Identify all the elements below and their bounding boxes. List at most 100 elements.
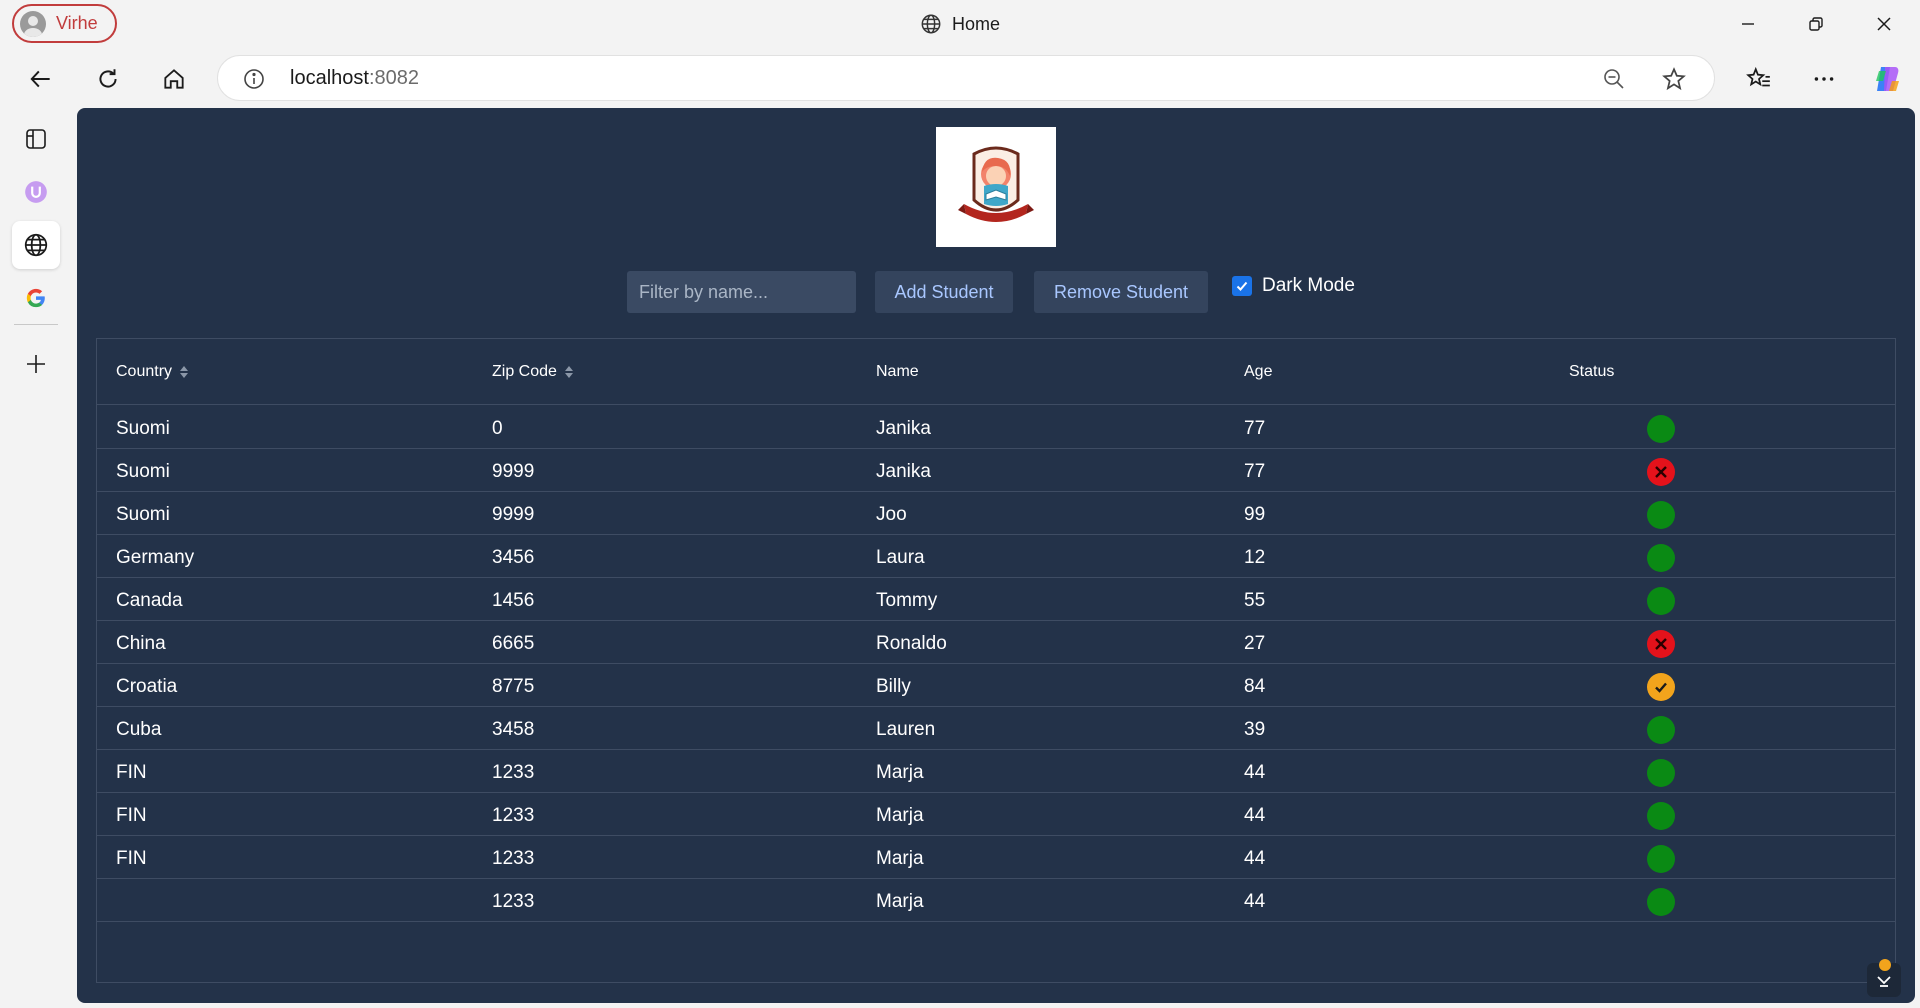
table-row[interactable]: 1233 Marja 44 bbox=[97, 879, 1895, 922]
home-icon bbox=[164, 69, 184, 89]
new-tab-button[interactable] bbox=[12, 340, 60, 388]
tab-extension[interactable] bbox=[12, 168, 60, 216]
vertical-tab-strip bbox=[0, 108, 72, 1008]
cell-zip: 1233 bbox=[492, 805, 535, 826]
table-row[interactable]: Suomi 0 Janika 77 bbox=[97, 406, 1895, 449]
table-row[interactable]: Croatia 8775 Billy 84 bbox=[97, 664, 1895, 707]
back-button[interactable] bbox=[20, 58, 62, 100]
table-row[interactable]: FIN 1233 Marja 44 bbox=[97, 793, 1895, 836]
cell-zip: 0 bbox=[492, 418, 503, 439]
cell-age: 44 bbox=[1244, 848, 1266, 869]
table-row[interactable]: Suomi 9999 Janika 77 bbox=[97, 449, 1895, 492]
globe-icon bbox=[24, 233, 48, 257]
extension-u-icon bbox=[25, 181, 47, 203]
cell-zip: 1233 bbox=[492, 891, 535, 912]
address-bar[interactable]: localhost:8082 bbox=[217, 55, 1715, 101]
url-host: localhost bbox=[290, 66, 369, 89]
copilot-button[interactable] bbox=[1866, 58, 1908, 100]
status-ok-icon bbox=[1647, 716, 1675, 744]
cell-age: 77 bbox=[1244, 461, 1266, 482]
cell-zip: 8775 bbox=[492, 676, 535, 697]
cell-zip: 3456 bbox=[492, 547, 535, 568]
table-row[interactable]: Cuba 3458 Lauren 39 bbox=[97, 707, 1895, 750]
tab-google[interactable] bbox=[12, 274, 60, 322]
refresh-button[interactable] bbox=[87, 58, 129, 100]
cell-name: Janika bbox=[876, 418, 931, 439]
cell-name: Laura bbox=[876, 547, 925, 568]
cell-zip: 9999 bbox=[492, 504, 535, 525]
tab-title-text: Home bbox=[951, 13, 1000, 34]
cell-name: Marja bbox=[876, 762, 924, 783]
plus-icon bbox=[27, 355, 45, 373]
restore-icon bbox=[1809, 17, 1823, 31]
cell-country: FIN bbox=[116, 848, 147, 869]
cell-age: 44 bbox=[1244, 762, 1266, 783]
favorite-star-icon[interactable] bbox=[1661, 66, 1687, 92]
close-window-button[interactable] bbox=[1850, 0, 1918, 48]
cell-country: Cuba bbox=[116, 719, 162, 740]
header-label: Status bbox=[1569, 363, 1615, 380]
cell-country: Croatia bbox=[116, 676, 178, 697]
sort-icon bbox=[180, 366, 189, 378]
more-icon bbox=[1814, 77, 1834, 81]
dark-mode-checkbox[interactable] bbox=[1232, 276, 1252, 296]
logo-girl-reading-icon bbox=[958, 146, 1034, 222]
tab-actions-icon bbox=[26, 129, 46, 149]
remove-student-button[interactable]: Remove Student bbox=[1034, 271, 1208, 313]
globe-icon bbox=[921, 14, 941, 34]
cell-name: Marja bbox=[876, 848, 924, 869]
cell-country: China bbox=[116, 633, 166, 654]
status-ok-icon bbox=[1647, 544, 1675, 572]
cell-name: Joo bbox=[876, 504, 907, 525]
table-row[interactable]: China 6665 Ronaldo 27 bbox=[97, 621, 1895, 664]
header-country[interactable]: Country bbox=[116, 363, 189, 381]
restore-button[interactable] bbox=[1782, 0, 1850, 48]
close-icon bbox=[1877, 17, 1891, 31]
zoom-out-icon[interactable] bbox=[1602, 67, 1626, 91]
header-age: Age bbox=[1244, 363, 1272, 381]
back-arrow-icon bbox=[30, 70, 50, 88]
home-button[interactable] bbox=[153, 58, 195, 100]
app-logo bbox=[936, 127, 1056, 247]
cell-name: Ronaldo bbox=[876, 633, 947, 654]
cell-country: Suomi bbox=[116, 504, 170, 525]
table-row[interactable]: FIN 1233 Marja 44 bbox=[97, 836, 1895, 879]
tab-home[interactable] bbox=[12, 221, 60, 269]
minimize-button[interactable] bbox=[1714, 0, 1782, 48]
header-label: Country bbox=[116, 363, 173, 380]
info-icon[interactable] bbox=[242, 67, 266, 91]
chevron-down-icon bbox=[1877, 976, 1891, 987]
corner-widget-button[interactable] bbox=[1867, 959, 1901, 997]
cell-country: FIN bbox=[116, 805, 147, 826]
tab-actions-button[interactable] bbox=[12, 115, 60, 163]
status-ok-icon bbox=[1647, 415, 1675, 443]
header-label: Name bbox=[876, 363, 919, 380]
tab-title: Home bbox=[0, 13, 1920, 35]
cell-age: 12 bbox=[1244, 547, 1266, 568]
tab-separator bbox=[14, 324, 58, 325]
sort-icon bbox=[564, 366, 573, 378]
table-row[interactable]: Canada 1456 Tommy 55 bbox=[97, 578, 1895, 621]
favorites-button[interactable] bbox=[1738, 58, 1780, 100]
notification-dot bbox=[1879, 959, 1891, 971]
cell-country: Suomi bbox=[116, 418, 170, 439]
dark-mode-toggle[interactable]: Dark Mode bbox=[1232, 271, 1355, 301]
table-row[interactable]: Germany 3456 Laura 12 bbox=[97, 535, 1895, 578]
status-ok-icon bbox=[1647, 888, 1675, 916]
more-menu-button[interactable] bbox=[1803, 58, 1845, 100]
filter-input[interactable] bbox=[627, 271, 856, 313]
page-content: Add Student Remove Student Dark Mode Cou… bbox=[77, 108, 1915, 1003]
cell-name: Marja bbox=[876, 805, 924, 826]
cell-age: 39 bbox=[1244, 719, 1266, 740]
minimize-icon bbox=[1742, 23, 1754, 25]
google-icon bbox=[26, 288, 45, 308]
header-label: Age bbox=[1244, 363, 1273, 380]
cell-age: 44 bbox=[1244, 891, 1266, 912]
table-row[interactable]: Suomi 9999 Joo 99 bbox=[97, 492, 1895, 535]
status-ok-icon bbox=[1647, 845, 1675, 873]
cell-name: Janika bbox=[876, 461, 931, 482]
students-table: Country Zip Code Name Age Status Suomi 0 J… bbox=[96, 338, 1896, 983]
table-row[interactable]: FIN 1233 Marja 44 bbox=[97, 750, 1895, 793]
header-zip-code[interactable]: Zip Code bbox=[492, 363, 573, 381]
add-student-button[interactable]: Add Student bbox=[875, 271, 1013, 313]
